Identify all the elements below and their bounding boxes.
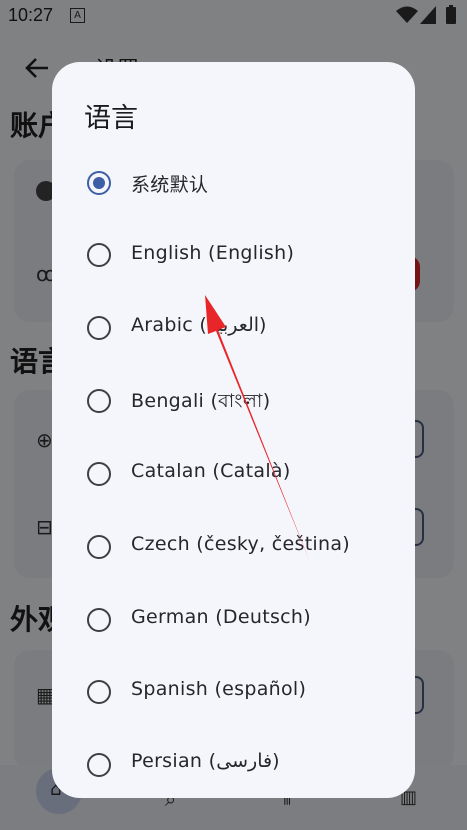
annotation-arrow bbox=[205, 295, 310, 562]
